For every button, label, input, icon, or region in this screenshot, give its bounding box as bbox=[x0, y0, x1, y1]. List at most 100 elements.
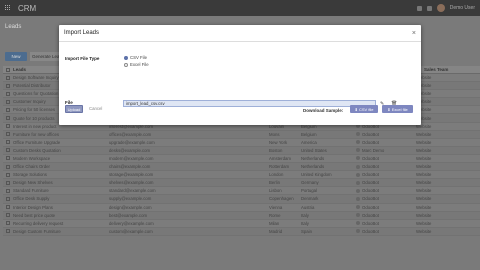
cell-sales-team: Website bbox=[416, 180, 432, 186]
radio-checked-icon[interactable] bbox=[124, 55, 128, 60]
cell-sales-team: Website bbox=[416, 228, 432, 234]
table-row[interactable]: Need best price quote best@example.com Rom… bbox=[3, 211, 480, 220]
cell-country: Netherlands bbox=[301, 155, 325, 161]
user-avatar-icon bbox=[356, 188, 360, 193]
salesperson-name: OdooBot bbox=[362, 212, 379, 218]
cell-salesperson: OdooBot bbox=[356, 156, 416, 161]
row-checkbox[interactable] bbox=[6, 213, 10, 218]
table-row[interactable]: Recurring delivery request delivery@examp… bbox=[3, 219, 480, 228]
row-checkbox[interactable] bbox=[6, 188, 10, 193]
cell-sales-team: Website bbox=[416, 188, 432, 194]
avatar[interactable] bbox=[436, 4, 445, 12]
row-checkbox[interactable] bbox=[6, 221, 10, 226]
cell-city: Boston bbox=[269, 147, 283, 153]
row-checkbox[interactable] bbox=[6, 116, 10, 121]
table-row[interactable]: Standard Furniture standard@example.com Li… bbox=[3, 187, 480, 196]
table-row[interactable]: Office Furniture Upgrade upgrade@example.… bbox=[3, 138, 480, 147]
table-row[interactable]: Interior Design Plans design@example.com V… bbox=[3, 203, 480, 212]
row-checkbox[interactable] bbox=[6, 91, 10, 96]
select-all-checkbox[interactable] bbox=[6, 67, 10, 72]
row-checkbox[interactable] bbox=[6, 156, 10, 161]
row-checkbox[interactable] bbox=[6, 124, 10, 129]
download-csv-button[interactable]: ⬇ CSV file bbox=[350, 105, 378, 113]
cell-country: Netherlands bbox=[301, 164, 325, 170]
cell-city: Madrid bbox=[269, 228, 283, 234]
cell-email: shelves@example.com bbox=[109, 180, 154, 186]
salesperson-name: OdooBot bbox=[362, 188, 379, 194]
cancel-button[interactable]: Cancel bbox=[89, 106, 102, 111]
cell-city: London bbox=[269, 172, 284, 178]
user-avatar-icon bbox=[356, 205, 360, 210]
apps-grid-icon[interactable] bbox=[5, 5, 11, 11]
chat-icon[interactable] bbox=[416, 5, 422, 11]
table-row[interactable]: Storage Solutions storage@example.com Lond… bbox=[3, 171, 480, 180]
user-avatar-icon bbox=[356, 172, 360, 177]
cell-email: upgrade@example.com bbox=[109, 139, 155, 145]
cell-lead: Modern Workspace bbox=[13, 155, 51, 161]
cell-country: Portugal bbox=[301, 188, 318, 194]
cell-lead: Furniture for new offices bbox=[13, 131, 60, 137]
row-checkbox[interactable] bbox=[6, 75, 10, 80]
table-row[interactable]: Office Chairs Order chairs@example.com Rot… bbox=[3, 163, 480, 172]
cell-sales-team: Website bbox=[416, 139, 432, 145]
user-avatar-icon bbox=[356, 180, 360, 185]
salesperson-name: OdooBot bbox=[362, 180, 379, 186]
row-checkbox[interactable] bbox=[6, 229, 10, 234]
user-name[interactable]: Demo User bbox=[450, 5, 475, 11]
row-checkbox[interactable] bbox=[6, 107, 10, 112]
table-row[interactable]: Furniture for new offices offices@example… bbox=[3, 130, 480, 139]
cell-country: Denmark bbox=[301, 196, 319, 202]
file-field[interactable]: import_lead_csv.csv bbox=[123, 100, 376, 107]
table-row[interactable]: Design Custom Furniture custom@example.co… bbox=[3, 227, 480, 236]
cell-country: United Kingdom bbox=[301, 172, 332, 178]
cell-salesperson: OdooBot bbox=[356, 132, 416, 137]
download-excel-label: Excel file bbox=[391, 106, 408, 112]
cell-city: Mons bbox=[269, 131, 280, 137]
row-checkbox[interactable] bbox=[6, 180, 10, 185]
radio-csv[interactable]: CSV File bbox=[124, 54, 149, 61]
cell-country: Germany bbox=[301, 180, 319, 186]
cell-city: Copenhagen bbox=[269, 196, 294, 202]
user-avatar-icon bbox=[356, 221, 360, 226]
row-checkbox[interactable] bbox=[6, 99, 10, 104]
cell-sales-team: Website bbox=[416, 212, 432, 218]
cell-lead: Need best price quote bbox=[13, 212, 56, 218]
upload-button[interactable]: Upload bbox=[65, 105, 83, 113]
salesperson-name: OdooBot bbox=[362, 131, 379, 137]
row-checkbox[interactable] bbox=[6, 140, 10, 145]
cell-sales-team: Website bbox=[416, 91, 432, 97]
cell-salesperson: OdooBot bbox=[356, 229, 416, 234]
close-icon[interactable]: × bbox=[412, 30, 416, 37]
new-button[interactable]: New bbox=[5, 52, 27, 61]
download-sample-label: Download Sample: bbox=[303, 108, 344, 113]
app-name[interactable]: CRM bbox=[18, 4, 36, 13]
row-checkbox[interactable] bbox=[6, 148, 10, 153]
table-row[interactable]: Design New Shelves shelves@example.com Ber… bbox=[3, 179, 480, 188]
cell-sales-team: Website bbox=[416, 155, 432, 161]
cell-email: chairs@example.com bbox=[109, 164, 151, 170]
cell-sales-team: Website bbox=[416, 83, 432, 89]
salesperson-name: Marc Demo bbox=[362, 147, 385, 153]
radio-excel[interactable]: Excel File bbox=[124, 61, 149, 68]
user-avatar-icon bbox=[356, 196, 360, 201]
row-checkbox[interactable] bbox=[6, 172, 10, 177]
download-excel-button[interactable]: ⬇ Excel file bbox=[382, 105, 413, 113]
radio-unchecked-icon[interactable] bbox=[124, 62, 128, 67]
row-checkbox[interactable] bbox=[6, 196, 10, 201]
column-header-sales-team[interactable]: Sales Team bbox=[424, 67, 448, 72]
table-row[interactable]: Modern Workspace modern@example.com Amster… bbox=[3, 154, 480, 164]
table-row[interactable]: Custom Desks Quotation desks@example.com B… bbox=[3, 146, 480, 155]
row-checkbox[interactable] bbox=[6, 164, 10, 169]
cell-city: Milan bbox=[269, 220, 280, 226]
user-avatar-icon bbox=[356, 229, 360, 234]
cell-salesperson: OdooBot bbox=[356, 205, 416, 210]
cell-city: Rotterdam bbox=[269, 164, 290, 170]
activity-icon[interactable] bbox=[426, 5, 432, 11]
row-checkbox[interactable] bbox=[6, 205, 10, 210]
row-checkbox[interactable] bbox=[6, 83, 10, 88]
salesperson-name: OdooBot bbox=[362, 139, 379, 145]
table-row[interactable]: Office Desk Supply supply@example.com Cope… bbox=[3, 195, 480, 204]
cell-email: modern@example.com bbox=[109, 155, 154, 161]
row-checkbox[interactable] bbox=[6, 132, 10, 137]
download-csv-label: CSV file bbox=[359, 106, 374, 112]
